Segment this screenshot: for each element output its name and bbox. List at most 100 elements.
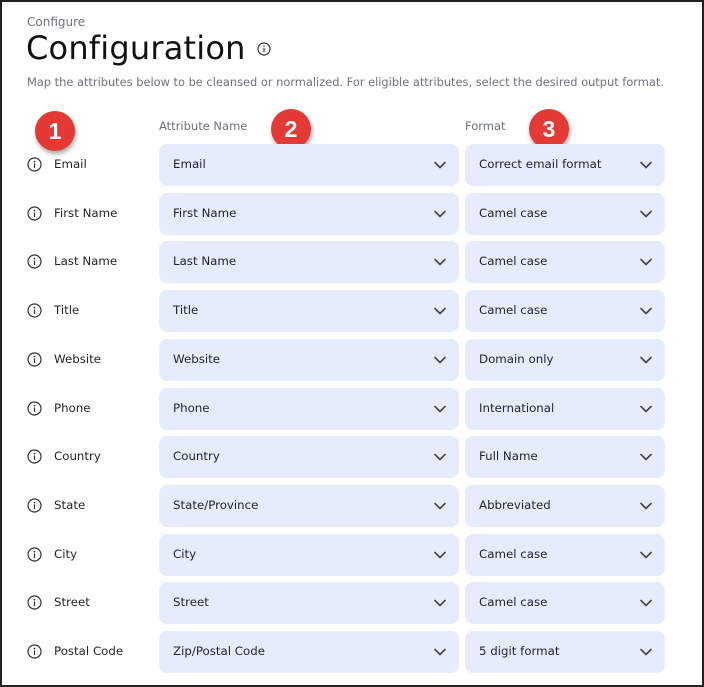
chevron-down-icon (433, 450, 447, 464)
format-select[interactable]: Domain only (465, 339, 665, 381)
format-value: Abbreviated (479, 498, 551, 512)
field-label: State (54, 498, 86, 512)
format-select[interactable]: Abbreviated (465, 485, 665, 527)
attribute-name-value: Country (173, 449, 220, 463)
format-value: International (479, 401, 555, 415)
format-select[interactable]: 5 digit format (465, 631, 665, 673)
info-icon[interactable] (27, 449, 42, 464)
field-label: Email (54, 157, 87, 171)
chevron-down-icon (639, 255, 653, 269)
field-label: Street (54, 595, 90, 609)
chevron-down-icon (433, 596, 447, 610)
info-icon[interactable] (27, 498, 42, 513)
field-label: Last Name (54, 254, 118, 268)
attribute-name-header: Attribute Name (159, 119, 248, 133)
info-icon[interactable] (27, 254, 42, 269)
attribute-name-value: Website (173, 352, 221, 366)
chevron-down-icon (639, 548, 653, 562)
format-select[interactable]: Correct email format (465, 144, 665, 186)
format-select[interactable]: Camel case (465, 534, 665, 576)
attribute-name-select[interactable]: Title (159, 290, 459, 332)
field-label: City (54, 547, 78, 561)
info-icon[interactable] (27, 352, 42, 367)
info-icon[interactable] (27, 157, 42, 172)
attribute-name-value: First Name (173, 206, 237, 220)
chevron-down-icon (433, 645, 447, 659)
chevron-down-icon (433, 499, 447, 513)
attribute-name-value: Last Name (173, 254, 237, 268)
format-value: Full Name (479, 449, 538, 463)
attribute-name-value: State/Province (173, 498, 259, 512)
attribute-name-value: City (173, 547, 197, 561)
attribute-row: Postal Code Zip/Postal Code 5 digit form… (2, 631, 702, 673)
page-description: Map the attributes below to be cleansed … (27, 75, 664, 89)
format-select[interactable]: Camel case (465, 582, 665, 624)
attribute-row: City City Camel case (2, 534, 702, 576)
chevron-down-icon (433, 255, 447, 269)
attribute-row: Website Website Domain only (2, 339, 702, 381)
chevron-down-icon (433, 402, 447, 416)
chevron-down-icon (639, 158, 653, 172)
attribute-name-select[interactable]: Email (159, 144, 459, 186)
attribute-name-select[interactable]: Zip/Postal Code (159, 631, 459, 673)
attribute-row: Last Name Last Name Camel case (2, 241, 702, 283)
attribute-name-value: Email (173, 157, 206, 171)
chevron-down-icon (639, 596, 653, 610)
chevron-down-icon (433, 158, 447, 172)
chevron-down-icon (433, 548, 447, 562)
format-value: Camel case (479, 595, 548, 609)
format-value: Camel case (479, 254, 548, 268)
attribute-name-select[interactable]: City (159, 534, 459, 576)
chevron-down-icon (639, 499, 653, 513)
format-value: Domain only (479, 352, 554, 366)
attribute-row: First Name First Name Camel case (2, 193, 702, 235)
info-icon[interactable] (27, 303, 42, 318)
info-icon[interactable] (27, 547, 42, 562)
attribute-name-select[interactable]: Phone (159, 388, 459, 430)
page-title: Configuration (26, 29, 246, 67)
format-value: Camel case (479, 547, 548, 561)
callout-badge-2: 2 (271, 109, 311, 149)
field-label: First Name (54, 206, 118, 220)
field-label: Website (54, 352, 102, 366)
attribute-name-select[interactable]: Website (159, 339, 459, 381)
attribute-name-select[interactable]: First Name (159, 193, 459, 235)
callout-badge-3: 3 (529, 109, 569, 149)
info-icon[interactable] (257, 42, 271, 56)
chevron-down-icon (639, 207, 653, 221)
info-icon[interactable] (27, 644, 42, 659)
format-select[interactable]: Full Name (465, 436, 665, 478)
info-icon[interactable] (27, 401, 42, 416)
format-select[interactable]: Camel case (465, 241, 665, 283)
format-select[interactable]: Camel case (465, 290, 665, 332)
chevron-down-icon (639, 304, 653, 318)
chevron-down-icon (639, 450, 653, 464)
attribute-row: Country Country Full Name (2, 436, 702, 478)
chevron-down-icon (639, 353, 653, 367)
chevron-down-icon (639, 645, 653, 659)
info-icon[interactable] (27, 595, 42, 610)
attribute-name-value: Zip/Postal Code (173, 644, 265, 658)
attribute-name-value: Phone (173, 401, 210, 415)
info-icon[interactable] (27, 206, 42, 221)
attribute-name-value: Street (173, 595, 209, 609)
attribute-name-value: Title (173, 303, 199, 317)
field-label: Phone (54, 401, 91, 415)
attribute-name-select[interactable]: State/Province (159, 485, 459, 527)
format-value: Camel case (479, 303, 548, 317)
chevron-down-icon (639, 402, 653, 416)
chevron-down-icon (433, 304, 447, 318)
chevron-down-icon (433, 207, 447, 221)
attribute-name-select[interactable]: Country (159, 436, 459, 478)
attribute-name-select[interactable]: Street (159, 582, 459, 624)
attribute-row: Email Email Correct email format (2, 144, 702, 186)
format-value: Camel case (479, 206, 548, 220)
format-value: 5 digit format (479, 644, 560, 658)
attribute-row: Phone Phone International (2, 388, 702, 430)
breadcrumb[interactable]: Configure (27, 15, 85, 29)
chevron-down-icon (433, 353, 447, 367)
field-label: Country (54, 449, 101, 463)
attribute-name-select[interactable]: Last Name (159, 241, 459, 283)
format-select[interactable]: Camel case (465, 193, 665, 235)
format-select[interactable]: International (465, 388, 665, 430)
